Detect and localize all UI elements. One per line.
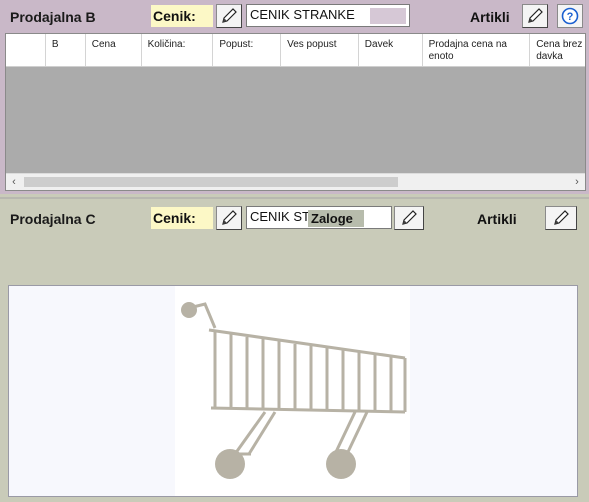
scroll-right-icon[interactable]: ›	[569, 174, 585, 190]
panel-prodajalna-b: Prodajalna B Cenik: CENIK STRANKE Artikl…	[0, 0, 589, 194]
artikli-label: Artikli	[477, 211, 517, 227]
cenik-edit-button[interactable]	[216, 206, 242, 230]
column-header-prodajna-cena[interactable]: Prodajna cena na enoto	[423, 34, 531, 66]
cenik-value: CENIK STRANKE	[250, 7, 355, 22]
help-button[interactable]: ?	[557, 4, 583, 28]
shopping-cart-icon	[181, 302, 407, 479]
panel-prodajalna-c: Prodajalna C Cenik: CENIK ST Zaloge Arti…	[0, 197, 589, 502]
cart-image	[175, 286, 410, 496]
column-header[interactable]	[6, 34, 46, 66]
pencil-icon	[222, 210, 237, 225]
column-header-cena[interactable]: Cena	[86, 34, 142, 66]
question-circle-icon: ?	[561, 7, 579, 25]
cenik-label: Cenik:	[151, 5, 213, 27]
pencil-icon	[402, 210, 417, 225]
cenik-field-highlight	[370, 8, 406, 24]
panel-c-title: Prodajalna C	[10, 211, 96, 227]
panel-b-title: Prodajalna B	[10, 9, 96, 25]
column-header-popust[interactable]: Popust:	[213, 34, 282, 66]
grid-header: B Cena Količina: Popust: Ves popust Dave…	[6, 34, 585, 67]
cenik-edit-button[interactable]	[216, 4, 242, 28]
cenik-value: CENIK ST	[250, 209, 310, 224]
items-drop-area[interactable]	[8, 285, 578, 497]
artikli-edit-button[interactable]	[545, 206, 577, 230]
cenik-c-edit-button[interactable]	[394, 206, 424, 230]
svg-text:?: ?	[567, 11, 574, 23]
column-header-b[interactable]: B	[46, 34, 86, 66]
column-header-ves-popust[interactable]: Ves popust	[281, 34, 359, 66]
artikli-label: Artikli	[470, 9, 510, 25]
pencil-icon	[528, 8, 543, 23]
zaloge-overlay-label: Zaloge	[308, 210, 364, 227]
column-header-cena-brez-davka[interactable]: Cena brez davka	[530, 34, 585, 66]
scroll-thumb[interactable]	[24, 177, 398, 187]
horizontal-scrollbar[interactable]: ‹ ›	[6, 173, 585, 190]
pencil-icon	[554, 210, 569, 225]
column-header-davek[interactable]: Davek	[359, 34, 423, 66]
artikli-edit-button[interactable]	[522, 4, 548, 28]
scroll-left-icon[interactable]: ‹	[6, 174, 22, 190]
items-grid[interactable]: B Cena Količina: Popust: Ves popust Dave…	[5, 33, 586, 191]
column-header-kolicina[interactable]: Količina:	[142, 34, 214, 66]
cenik-label: Cenik:	[151, 207, 213, 229]
pencil-icon	[222, 8, 237, 23]
